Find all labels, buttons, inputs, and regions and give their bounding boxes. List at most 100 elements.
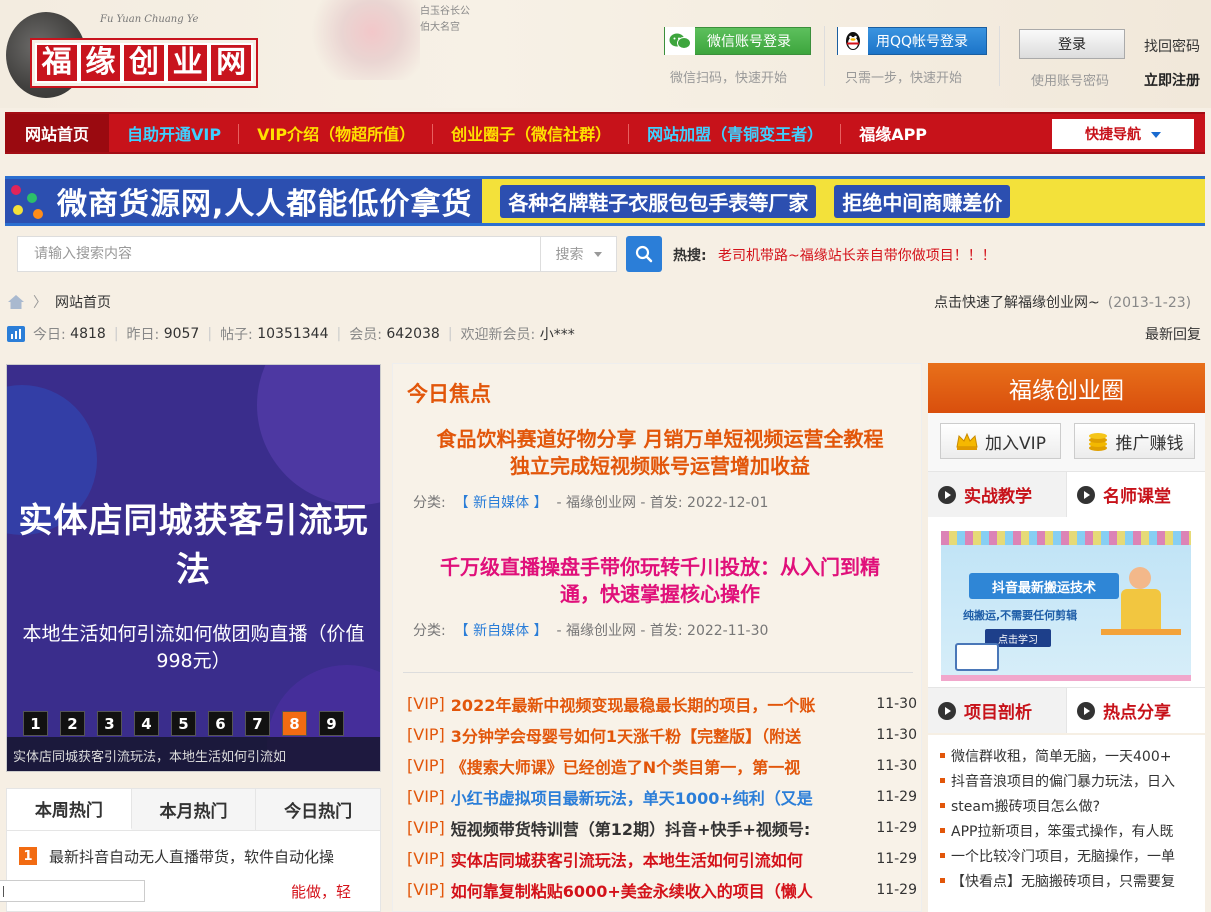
caret-down-icon [593, 251, 602, 257]
nav-item-vip-signup[interactable]: 自助开通VIP [109, 114, 240, 152]
decorative-calligraphy: 白玉谷长公 伯大名宫 [420, 6, 470, 33]
forum-stats: 今日: 4818 | 昨日: 9057 | 帖子: 10351344 | 会员:… [7, 324, 575, 344]
use-account-password-link[interactable]: 使用账号密码 [1031, 70, 1109, 89]
coins-icon [1088, 433, 1107, 451]
headline-link[interactable]: 食品饮料赛道好物分享 月销万单短视频运营全教程 独立完成短视频账号运营增加收益 [407, 426, 913, 480]
search-input[interactable] [18, 237, 540, 271]
list-item[interactable]: 【快看点】无脑搬砖项目，只需要复 [928, 868, 1205, 893]
main-nav: 网站首页 自助开通VIP VIP介绍（物超所值） 创业圈子（微信社群） 网站加盟… [5, 112, 1205, 154]
slide-pager-button[interactable]: 2 [60, 711, 85, 736]
list-item[interactable]: 1 最新抖音自动无人直播带货，软件自动化操 [7, 841, 380, 871]
slide-pager-button[interactable]: 6 [208, 711, 233, 736]
stat-members: 642038 [386, 326, 440, 342]
search-type-select[interactable]: 搜索 [540, 237, 616, 271]
list-item[interactable]: 微信群收租，简单无脑，一天400+ [928, 743, 1205, 768]
latest-reply-link[interactable]: 最新回复 [1145, 324, 1201, 344]
play-icon [1077, 701, 1095, 720]
logo-char: 业 [165, 43, 210, 83]
stats-chart-icon [7, 326, 25, 342]
tab-weekly-hot[interactable]: 本周热门 [7, 789, 132, 830]
tab-practical-teaching[interactable]: 实战教学 [928, 471, 1067, 517]
horizontal-scrollbar[interactable] [0, 880, 145, 902]
hot-search-link[interactable]: 老司机带路~福缘站长亲自带你做项目！！！ [718, 245, 996, 265]
forgot-password-link[interactable]: 找回密码 [1144, 36, 1200, 56]
slide-pager-button[interactable]: 1 [23, 711, 48, 736]
promote-earn-button[interactable]: 推广赚钱 [1074, 423, 1195, 459]
teaching-tabs: 实战教学 名师课堂 [928, 471, 1205, 517]
circle-actions: 加入VIP 推广赚钱 [928, 413, 1205, 471]
search-button[interactable] [626, 236, 662, 272]
slide-pager-button[interactable]: 9 [319, 711, 344, 736]
list-item[interactable]: 抖音音浪项目的偏门暴力玩法，日入 [928, 768, 1205, 793]
qq-sub-text: 只需一步，快速开始 [845, 71, 963, 86]
person-illustration [1121, 589, 1161, 629]
tab-master-class[interactable]: 名师课堂 [1067, 471, 1205, 517]
slide-pager-button[interactable]: 3 [97, 711, 122, 736]
slide-pager-button[interactable]: 7 [245, 711, 270, 736]
list-item[interactable]: steam搬砖项目怎么做? [928, 793, 1205, 818]
chevron-right-icon: 〉 [33, 295, 47, 311]
stat-posts: 10351344 [257, 326, 329, 342]
headline-link[interactable]: 千万级直播操盘手带你玩转千川投放：从入门到精 通，快速掌握核心操作 [407, 554, 913, 608]
join-vip-button[interactable]: 加入VIP [940, 423, 1061, 459]
list-item[interactable]: [VIP] 小红书虚拟项目最新玩法，单天1000+纯利（又是 11-29 [407, 781, 917, 812]
laptop-illustration [955, 643, 999, 671]
vip-post-list: [VIP] 2022年最新中视频变现最稳最长期的项目，一个账 11-30 [VIP]… [407, 688, 917, 905]
search-bar: 搜索 [17, 236, 617, 272]
slide-title: 实体店同城获客引流玩法 [18, 501, 369, 590]
register-link[interactable]: 立即注册 [1144, 70, 1200, 90]
play-icon [938, 485, 956, 504]
logo-char: 创 [122, 43, 166, 83]
wechat-sub-text: 微信扫码，快速开始 [670, 71, 788, 86]
nav-item-franchise[interactable]: 网站加盟（青铜变王者） [629, 114, 842, 152]
wechat-login-button[interactable]: 微信账号登录 [664, 27, 811, 55]
headline-meta: 分类: 【 新自媒体 】 - 福缘创业网 - 首发: 2022-12-01 [413, 495, 769, 511]
divider [403, 672, 913, 673]
nav-item-home[interactable]: 网站首页 [5, 114, 109, 152]
tab-project-analysis[interactable]: 项目剖析 [928, 687, 1067, 733]
list-item[interactable]: 一个比较冷门项目，无脑操作，一单 [928, 843, 1205, 868]
caret-down-icon [1151, 132, 1161, 138]
ad-banner[interactable]: 微商货源网,人人都能低价拿货 各种名牌鞋子衣服包包手表等厂家 拒绝中间商赚差价 [5, 176, 1205, 226]
play-icon [1077, 485, 1095, 504]
home-icon[interactable] [7, 294, 25, 310]
promo-image[interactable]: 抖音最新搬运技术 纯搬运,不需要任何剪辑 点击学习 [941, 531, 1191, 681]
quick-nav-dropdown[interactable]: 快捷导航 [1052, 119, 1194, 149]
breadcrumb-home-link[interactable]: 网站首页 [55, 292, 111, 312]
list-item[interactable]: [VIP] 3分钟学会母婴号如何1天涨千粉【完整版】（附送 11-30 [407, 719, 917, 750]
new-member-link[interactable]: 小*** [540, 324, 575, 344]
qq-login-button[interactable]: 用QQ帐号登录 [837, 27, 987, 55]
banner-tag: 各种名牌鞋子衣服包包手表等厂家 [500, 184, 817, 218]
slide-caption[interactable]: 实体店同城获客引流玩法，本地生活如何引流如 [7, 737, 380, 771]
site-intro-link[interactable]: 点击快速了解福缘创业网~ (2013-1-23) [934, 292, 1191, 312]
slide-pager-button[interactable]: 5 [171, 711, 196, 736]
list-item[interactable]: 能做，轻 [291, 881, 351, 902]
promo-headline: 抖音最新搬运技术 [969, 573, 1119, 599]
decorative-shape [257, 365, 380, 505]
list-item[interactable]: [VIP] 如何靠复制粘贴6000+美金永续收入的项目（懒人 11-29 [407, 874, 917, 905]
list-item[interactable]: [VIP] 短视频带货特训营（第12期）抖音+快手+视频号: 11-29 [407, 812, 917, 843]
category-link[interactable]: 【 新自媒体 】 [455, 623, 548, 639]
login-button[interactable]: 登录 [1019, 29, 1125, 59]
tab-monthly-hot[interactable]: 本月热门 [131, 789, 257, 830]
divider [824, 26, 825, 86]
article-list: 微信群收租，简单无脑，一天400+ 抖音音浪项目的偏门暴力玩法，日入 steam… [928, 735, 1205, 912]
divider [999, 26, 1000, 86]
list-item[interactable]: [VIP] 2022年最新中视频变现最稳最长期的项目，一个账 11-30 [407, 688, 917, 719]
featured-slider[interactable]: 实体店同城获客引流玩法 本地生活如何引流如何做团购直播（价值998元） 1 2 … [6, 364, 381, 772]
list-item[interactable]: [VIP] 《搜索大师课》已经创造了N个类目第一，第一视 11-30 [407, 750, 917, 781]
tab-hot-share[interactable]: 热点分享 [1067, 687, 1205, 733]
circle-title[interactable]: 福缘创业圈 [928, 363, 1205, 413]
category-link[interactable]: 【 新自媒体 】 [455, 495, 548, 511]
nav-item-vip-intro[interactable]: VIP介绍（物超所值） [239, 114, 434, 152]
list-item[interactable]: APP拉新项目，笨蛋式操作，有人既 [928, 818, 1205, 843]
slide-pager-button-active[interactable]: 8 [282, 711, 307, 736]
tab-daily-hot[interactable]: 今日热门 [256, 789, 381, 830]
site-logo[interactable]: 福 缘 创 业 网 [30, 38, 258, 88]
decorative-dots [9, 183, 49, 221]
list-item[interactable]: [VIP] 实体店同城获客引流玩法，本地生活如何引流如何 11-29 [407, 843, 917, 874]
nav-item-app[interactable]: 福缘APP [841, 114, 945, 152]
nav-item-circle[interactable]: 创业圈子（微信社群） [433, 114, 630, 152]
slide-pager-button[interactable]: 4 [134, 711, 159, 736]
slide-pager: 1 2 3 4 5 6 7 8 9 [23, 711, 344, 736]
